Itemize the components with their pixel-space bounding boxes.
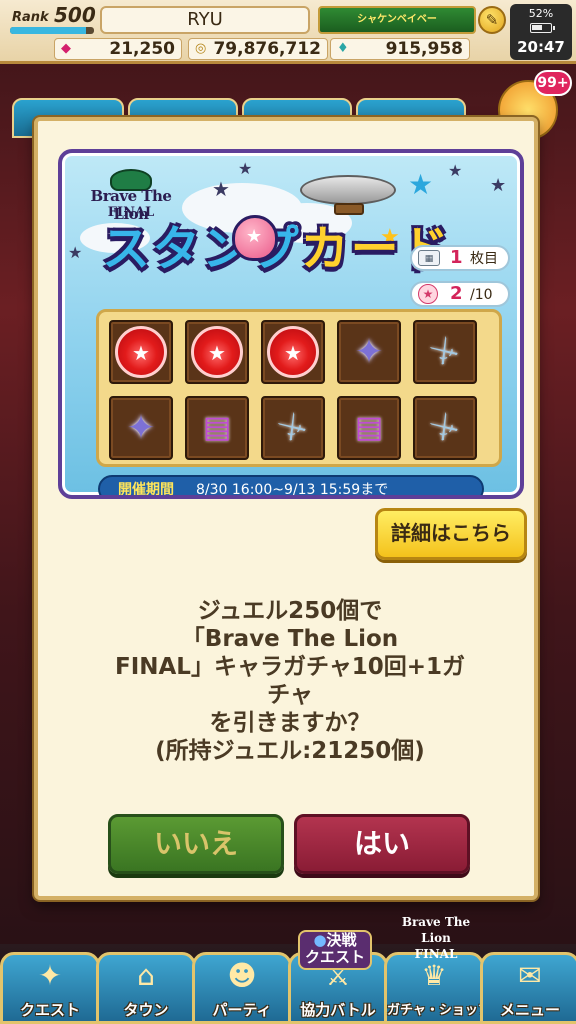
jewel-count: 21,250 — [109, 39, 175, 59]
stamp-mark-icon — [191, 326, 243, 378]
stamp-slot — [109, 320, 173, 384]
drop-count: 915,958 — [385, 39, 463, 59]
sword-reward-icon: ⚔ — [423, 405, 466, 450]
message-line: ジュエル250個で — [197, 598, 383, 624]
sword-reward-icon: ⚔ — [271, 405, 314, 450]
event-period-bar: 開催期間 8/30 16:00~9/13 15:59まで — [98, 475, 484, 498]
map-icon: ✦ — [38, 959, 62, 992]
star-icon: ★ — [68, 243, 83, 262]
star-icon: ★ — [448, 161, 463, 180]
nav-label: タウン — [123, 1001, 169, 1019]
battery-percent: 52% — [528, 7, 554, 20]
stamp-slot — [261, 320, 325, 384]
rank-value: 500 — [54, 3, 96, 27]
final-battle-quest-badge[interactable]: ●決戦 クエスト — [298, 930, 372, 970]
nav-quest[interactable]: ✦ クエスト — [0, 952, 100, 1024]
confirm-message: ジュエル250個で 「Brave The Lion FINAL」キャラガチャ10… — [58, 597, 522, 765]
orb-icon: ● — [313, 931, 327, 949]
bottom-navigation: ✦ クエスト ⌂ タウン ☻ パーティ ⚔ 協力バトル ♛ ガチャ・ショップ ✉… — [0, 915, 576, 1024]
stamp-slot: ✦ — [109, 396, 173, 460]
coin-counter[interactable]: ◎ 79,876,712 — [188, 38, 328, 60]
calendar-icon: ▦ — [418, 250, 440, 266]
stamp-slot: ⚔ — [413, 320, 477, 384]
message-line: を引きますか？ — [209, 710, 371, 736]
battery-icon — [530, 23, 555, 33]
stamp-slot: ✦ — [337, 320, 401, 384]
period-label: 開催期間 — [118, 482, 174, 498]
stamp-mascot-icon — [232, 215, 278, 261]
coin-count: 79,876,712 — [213, 39, 321, 59]
stamp-mark-icon — [267, 326, 319, 378]
title-part-1: スタン — [102, 221, 251, 277]
rank-label: Rank — [12, 10, 49, 25]
top-status-bar: Rank 500 RYU シャケンベイベー ✎ 52% 20:47 ◆ 21,2… — [0, 0, 576, 64]
message-line: チャ — [267, 682, 313, 708]
star-reward-icon: ✦ — [126, 408, 156, 448]
stamp-count: 2 — [450, 283, 463, 304]
stamp-icon: ★ — [418, 284, 438, 304]
jewel-counter[interactable]: ◆ 21,250 — [54, 38, 182, 60]
scroll-icon: ✉ — [518, 959, 542, 992]
badge-line: FINAL — [414, 947, 458, 961]
stamp-count-pill: ★ 2 /10 — [410, 281, 510, 307]
star-icon: ★ — [212, 177, 230, 201]
message-line: (所持ジュエル:21250個) — [155, 738, 425, 764]
nav-menu[interactable]: ✉ メニュー — [480, 952, 576, 1024]
stamp-board: ✦ ⚔ ✦ ▤ ⚔ ▤ ⚔ — [96, 309, 502, 467]
pot-icon: ⌂ — [137, 959, 155, 992]
stamp-slot: ▤ — [337, 396, 401, 460]
rank-progress-fill — [10, 27, 86, 34]
period-value: 8/30 16:00~9/13 15:59まで — [196, 482, 389, 498]
clock: 20:47 — [517, 38, 565, 56]
airship-icon — [294, 171, 404, 219]
stamp-mark-icon — [115, 326, 167, 378]
details-button[interactable]: 詳細はこちら — [375, 508, 527, 560]
stamp-slot: ⚔ — [261, 396, 325, 460]
stamp-card-banner: ★ ★ ★ ★ ★ ★ ★ Brave The Lion FINAL スタンプカ… — [58, 149, 524, 499]
drop-counter[interactable]: ♦ 915,958 — [330, 38, 470, 60]
gacha-confirm-dialog: ★ ★ ★ ★ ★ ★ ★ Brave The Lion FINAL スタンプカ… — [34, 117, 538, 900]
star-icon: ★ — [490, 175, 507, 196]
sheet-count-pill: ▦ 1 枚目 — [410, 245, 510, 271]
nav-label: パーティ — [212, 1001, 272, 1019]
message-line: FINAL」キャラガチャ10回+1ガ — [114, 654, 466, 680]
nav-gacha-shop[interactable]: ♛ ガチャ・ショップ — [384, 952, 491, 1024]
nav-town[interactable]: ⌂ タウン — [96, 952, 196, 1024]
party-icon: ☻ — [227, 959, 257, 992]
diamond-icon: ◆ — [61, 41, 71, 56]
stamp-slot — [185, 320, 249, 384]
coin-icon: ◎ — [195, 41, 207, 56]
sword-reward-icon: ⚔ — [423, 329, 466, 374]
sheet-number: 1 — [450, 247, 463, 268]
badge-line: Brave The Lion — [401, 915, 471, 945]
gacha-icon: ♛ — [421, 959, 447, 992]
drop-icon: ♦ — [337, 41, 349, 56]
yes-button[interactable]: はい — [294, 814, 470, 874]
stamp-total: /10 — [470, 287, 493, 303]
message-line: 「Brave The Lion — [181, 626, 399, 652]
nav-label: クエスト — [19, 1001, 80, 1019]
player-name[interactable]: RYU — [100, 6, 310, 34]
device-status: 52% 20:47 — [510, 4, 572, 60]
star-reward-icon: ✦ — [354, 332, 384, 372]
nav-label: ガチャ・ショップ — [387, 1003, 491, 1018]
gacha-event-logo: Brave The Lion FINAL — [392, 914, 480, 961]
nav-party[interactable]: ☻ パーティ — [192, 952, 292, 1024]
book-reward-icon: ▤ — [202, 410, 232, 445]
book-reward-icon: ▤ — [354, 410, 384, 445]
gift-badge: 99+ — [534, 70, 572, 96]
sheet-unit: 枚目 — [470, 251, 498, 267]
stamp-slot: ⚔ — [413, 396, 477, 460]
star-icon: ★ — [238, 159, 253, 178]
badge-line: クエスト — [304, 948, 365, 966]
stamp-slot: ▤ — [185, 396, 249, 460]
badge-line: 決戦 — [326, 931, 357, 949]
rank-progress-bar — [10, 27, 94, 34]
star-icon: ★ — [408, 168, 434, 201]
player-title-badge[interactable]: シャケンベイベー — [318, 6, 476, 34]
nav-label: 協力バトル — [300, 1001, 376, 1019]
nav-label: メニュー — [499, 1001, 560, 1019]
no-button[interactable]: いいえ — [108, 814, 284, 874]
pencil-icon[interactable]: ✎ — [478, 6, 506, 34]
